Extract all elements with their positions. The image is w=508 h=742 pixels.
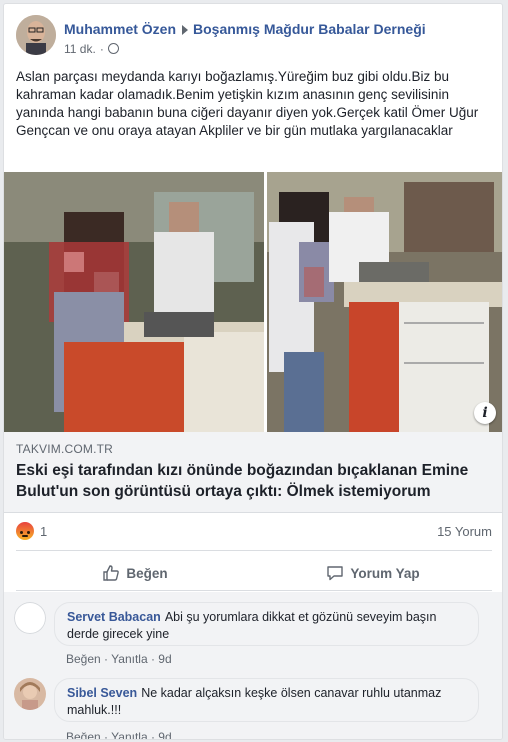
comment-actions: Beğen · Yanıtla · 9d: [66, 652, 172, 666]
link-preview[interactable]: TAKVIM.COM.TR Eski eşi tarafından kızı ö…: [4, 432, 502, 513]
angry-eye-right: [27, 531, 30, 534]
comment-count[interactable]: 15 Yorum: [437, 524, 492, 539]
commenter-avatar[interactable]: [14, 602, 46, 634]
comment-like-link[interactable]: Beğen: [66, 730, 101, 739]
group-name-link[interactable]: Boşanmış Mağdur Babalar Derneği: [193, 21, 426, 37]
comment-button-label: Yorum Yap: [350, 565, 420, 581]
globe-icon[interactable]: [107, 43, 119, 54]
reaction-summary: 1 15 Yorum: [16, 520, 492, 544]
feed-post: Muhammet Özen Boşanmış Mağdur Babalar Der…: [3, 3, 503, 740]
angry-eye-left: [20, 531, 23, 534]
comment-bubble: Servet Babacan Abi şu yorumlara dikkat et…: [54, 602, 479, 646]
comment-icon: [327, 566, 344, 581]
author-name-link[interactable]: Muhammet Özen: [64, 21, 176, 37]
angry-mouth: [22, 535, 28, 537]
comment-author[interactable]: Sibel Seven: [67, 686, 137, 700]
divider: [16, 550, 492, 551]
info-icon[interactable]: i: [474, 402, 496, 424]
link-domain: TAKVIM.COM.TR: [16, 442, 114, 456]
divider: [16, 590, 492, 591]
author-avatar[interactable]: [16, 15, 56, 55]
like-button[interactable]: Beğen: [16, 556, 254, 590]
thumbs-up-icon: [103, 565, 120, 581]
comment-like-link[interactable]: Beğen: [66, 652, 101, 666]
angry-reaction-icon[interactable]: [16, 522, 34, 540]
link-preview-image[interactable]: i: [4, 172, 502, 432]
link-title[interactable]: Eski eşi tarafından kızı önünde boğazınd…: [16, 460, 496, 502]
comment-actions: Beğen · Yanıtla · 9d: [66, 730, 172, 739]
commenter-avatar[interactable]: [14, 678, 46, 710]
post-timestamp[interactable]: 11 dk.: [64, 42, 96, 56]
action-bar: Beğen Yorum Yap: [16, 556, 492, 590]
comment-author[interactable]: Servet Babacan: [67, 610, 161, 624]
comment-reply-link[interactable]: Yanıtla: [111, 730, 147, 739]
like-button-label: Beğen: [126, 565, 168, 581]
post-body-text: Aslan parçası meydanda karıyı boğazlamış…: [16, 69, 479, 138]
post-meta: 11 dk. ·: [64, 42, 119, 56]
comment-time[interactable]: 9d: [158, 730, 171, 739]
arrow-right-icon: [182, 25, 189, 36]
reaction-count[interactable]: 1: [40, 524, 47, 539]
comment-button[interactable]: Yorum Yap: [254, 556, 492, 590]
comment-reply-link[interactable]: Yanıtla: [111, 652, 147, 666]
separator-dot: ·: [99, 42, 104, 56]
comments-section: Servet Babacan Abi şu yorumlara dikkat et…: [4, 592, 502, 739]
post-title: Muhammet Özen Boşanmış Mağdur Babalar Der…: [64, 21, 426, 37]
comment-time[interactable]: 9d: [158, 652, 171, 666]
comment-bubble: Sibel Seven Ne kadar alçaksın keşke ölsen…: [54, 678, 479, 722]
